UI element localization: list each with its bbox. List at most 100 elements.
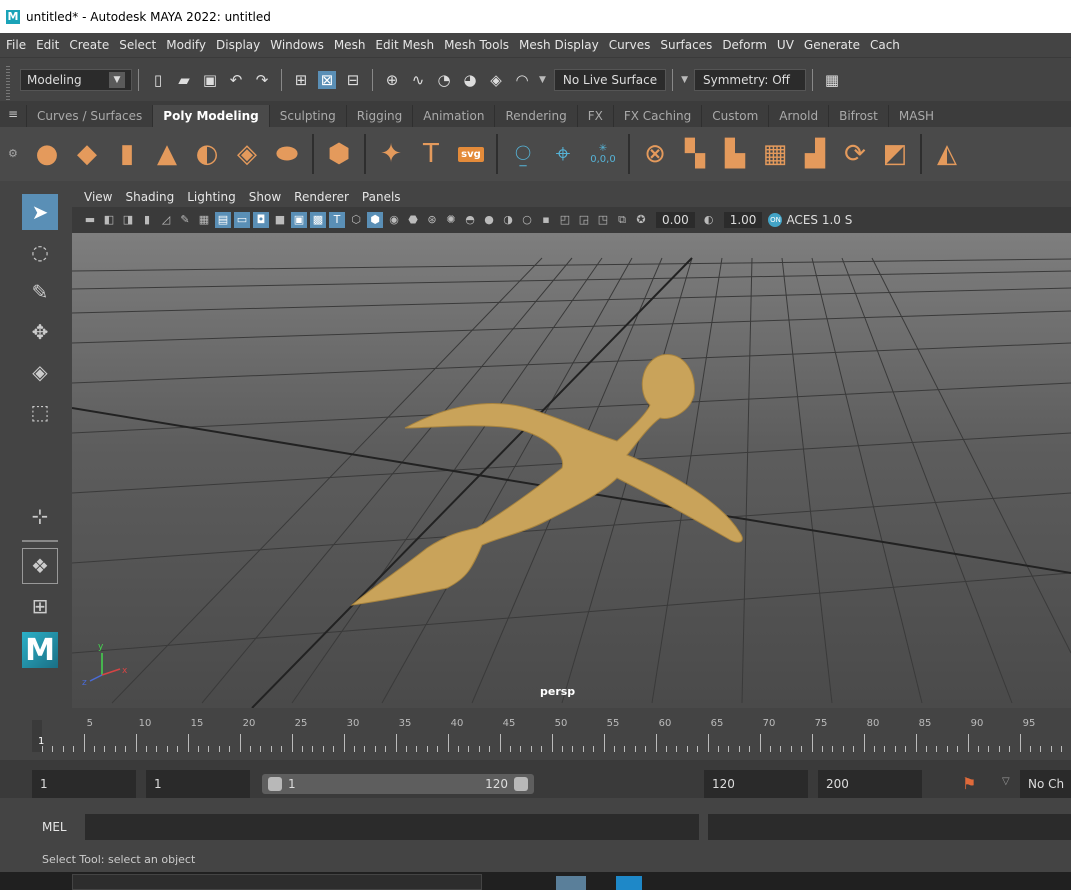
rotate-tool-icon[interactable]: ◈ xyxy=(22,354,58,390)
exposure-field[interactable]: 0.00 xyxy=(656,212,695,228)
tab-custom[interactable]: Custom xyxy=(701,105,768,127)
save-scene-icon[interactable]: ▣ xyxy=(201,71,219,89)
snap-live-icon[interactable]: ◈ xyxy=(487,71,505,89)
menu-windows[interactable]: Windows xyxy=(270,38,324,52)
tab-fx[interactable]: FX xyxy=(576,105,613,127)
tab-bifrost[interactable]: Bifrost xyxy=(828,105,888,127)
paint-select-tool-icon[interactable]: ✎ xyxy=(22,274,58,310)
menu-surfaces[interactable]: Surfaces xyxy=(660,38,712,52)
menu-cache[interactable]: Cach xyxy=(870,38,900,52)
snap-options-icon[interactable]: ◠ xyxy=(513,71,531,89)
playback-start-field[interactable]: 1 xyxy=(146,770,250,798)
tab-fx-caching[interactable]: FX Caching xyxy=(612,105,701,127)
tab-rendering[interactable]: Rendering xyxy=(494,105,576,127)
safe-title-icon[interactable]: ▩ xyxy=(310,212,326,228)
freeze-transforms-icon[interactable]: ✳ 0,0,0 xyxy=(586,137,620,171)
select-camera-icon[interactable]: ▬ xyxy=(82,212,98,228)
menu-modify[interactable]: Modify xyxy=(166,38,206,52)
panel-menu-renderer[interactable]: Renderer xyxy=(294,190,349,204)
taskbar-app-icon[interactable] xyxy=(616,876,642,890)
four-view-layout-icon[interactable]: ⊞ xyxy=(22,588,58,624)
menuset-dropdown[interactable]: Modeling ▼ xyxy=(20,68,132,91)
tab-arnold[interactable]: Arnold xyxy=(768,105,828,127)
safe-action-icon[interactable]: ▣ xyxy=(291,212,307,228)
color-space-dropdown[interactable]: ACES 1.0 S xyxy=(786,213,852,227)
redo-icon[interactable]: ↷ xyxy=(253,71,271,89)
render-view-icon[interactable]: ▦ xyxy=(823,71,841,89)
append-polygon-icon[interactable]: ▟ xyxy=(798,137,832,171)
tab-curves-surfaces[interactable]: Curves / Surfaces xyxy=(26,105,152,127)
snap-point-icon[interactable]: ◔ xyxy=(435,71,453,89)
poly-plane-icon[interactable]: ◈ xyxy=(230,137,264,171)
poly-type-icon[interactable]: T xyxy=(414,137,448,171)
command-input[interactable] xyxy=(85,814,699,840)
bridge-icon[interactable]: ▙ xyxy=(718,137,752,171)
poly-torus-icon[interactable]: ◐ xyxy=(190,137,224,171)
gamma-field[interactable]: 1.00 xyxy=(723,212,763,228)
tab-mash[interactable]: MASH xyxy=(887,105,944,127)
menu-create[interactable]: Create xyxy=(69,38,109,52)
use-all-lights-icon[interactable]: ✺ xyxy=(443,212,459,228)
resolution-gate-icon[interactable]: ▭ xyxy=(234,212,250,228)
range-start-handle[interactable] xyxy=(268,777,282,791)
extrude-icon[interactable]: ▚ xyxy=(678,137,712,171)
smooth-icon[interactable]: ⊗ xyxy=(638,137,672,171)
live-surface-field[interactable]: No Live Surface xyxy=(553,68,667,91)
mirror-icon[interactable]: ◭ xyxy=(930,137,964,171)
undo-icon[interactable]: ↶ xyxy=(227,71,245,89)
menu-display[interactable]: Display xyxy=(216,38,260,52)
grease-pencil-icon[interactable]: ✎ xyxy=(177,212,193,228)
menu-edit[interactable]: Edit xyxy=(36,38,59,52)
menu-mesh-display[interactable]: Mesh Display xyxy=(519,38,599,52)
character-set-dropdown[interactable]: No Ch xyxy=(1020,770,1071,798)
multi-cut-icon[interactable]: ◩ xyxy=(878,137,912,171)
maya-home-logo-icon[interactable]: M xyxy=(22,632,58,668)
chevron-down-icon[interactable]: ▽ xyxy=(1002,776,1010,787)
xray-components-icon[interactable]: ⧉ xyxy=(614,212,630,228)
taskbar-search-field[interactable] xyxy=(72,874,482,890)
poly-cube-icon[interactable]: ◆ xyxy=(70,137,104,171)
menu-select[interactable]: Select xyxy=(119,38,156,52)
shadows-icon[interactable]: ◓ xyxy=(462,212,478,228)
symmetry-dropdown[interactable]: Symmetry: Off xyxy=(694,68,807,91)
gamma-icon[interactable]: ◐ xyxy=(701,212,717,228)
panel-menu-shading[interactable]: Shading xyxy=(125,190,174,204)
time-slider[interactable]: 1 5 10 15 20 25 30 35 40 45 50 55 60 65 70 75 80 85 90 95 xyxy=(32,716,1071,756)
perspective-viewport[interactable]: y x z persp xyxy=(72,233,1071,708)
film-gate-icon[interactable]: ▤ xyxy=(215,212,231,228)
camera-attributes-icon[interactable]: ◧ xyxy=(101,212,117,228)
image-plane-icon[interactable]: ▮ xyxy=(139,212,155,228)
poly-cylinder-icon[interactable]: ▮ xyxy=(110,137,144,171)
platonic-solid-icon[interactable]: ⬢ xyxy=(322,137,356,171)
shelf-menu-icon[interactable]: ≡ xyxy=(0,101,26,127)
tab-sculpting[interactable]: Sculpting xyxy=(268,105,346,127)
range-end-handle[interactable] xyxy=(514,777,528,791)
grid-toggle-icon[interactable]: ▦ xyxy=(196,212,212,228)
menu-deform[interactable]: Deform xyxy=(722,38,767,52)
bookmarks-icon[interactable]: ◨ xyxy=(120,212,136,228)
scale-tool-icon[interactable]: ⬚ xyxy=(22,394,58,430)
open-scene-icon[interactable]: ▰ xyxy=(175,71,193,89)
select-object-icon[interactable]: ⊠ xyxy=(318,70,336,89)
isolate-select-icon[interactable]: ◰ xyxy=(557,212,573,228)
menu-mesh[interactable]: Mesh xyxy=(334,38,366,52)
smooth-shade-icon[interactable]: ⬢ xyxy=(367,212,383,228)
textured-icon[interactable]: ⊛ xyxy=(424,212,440,228)
shelf-options-icon[interactable]: ⚙ xyxy=(8,147,18,160)
depth-of-field-icon[interactable]: ▪ xyxy=(538,212,554,228)
panel-menu-lighting[interactable]: Lighting xyxy=(187,190,236,204)
sculpted-mesh[interactable] xyxy=(350,354,743,606)
single-perspective-view-icon[interactable]: ❖ xyxy=(22,548,58,584)
snap-grid-icon[interactable]: ⊕ xyxy=(383,71,401,89)
color-management-toggle-icon[interactable]: ON xyxy=(768,213,783,227)
select-component-icon[interactable]: ⊟ xyxy=(344,71,362,89)
hud-icon[interactable]: T xyxy=(329,212,345,228)
scene-start-field[interactable]: 1 xyxy=(32,770,136,798)
script-language-label[interactable]: MEL xyxy=(42,820,67,834)
panel-menu-panels[interactable]: Panels xyxy=(362,190,401,204)
field-chart-icon[interactable]: ■ xyxy=(272,212,288,228)
2d-pan-zoom-icon[interactable]: ◿ xyxy=(158,212,174,228)
move-tool-icon[interactable]: ✥ xyxy=(22,314,58,350)
tab-rigging[interactable]: Rigging xyxy=(345,105,412,127)
scene-end-field[interactable]: 200 xyxy=(818,770,922,798)
